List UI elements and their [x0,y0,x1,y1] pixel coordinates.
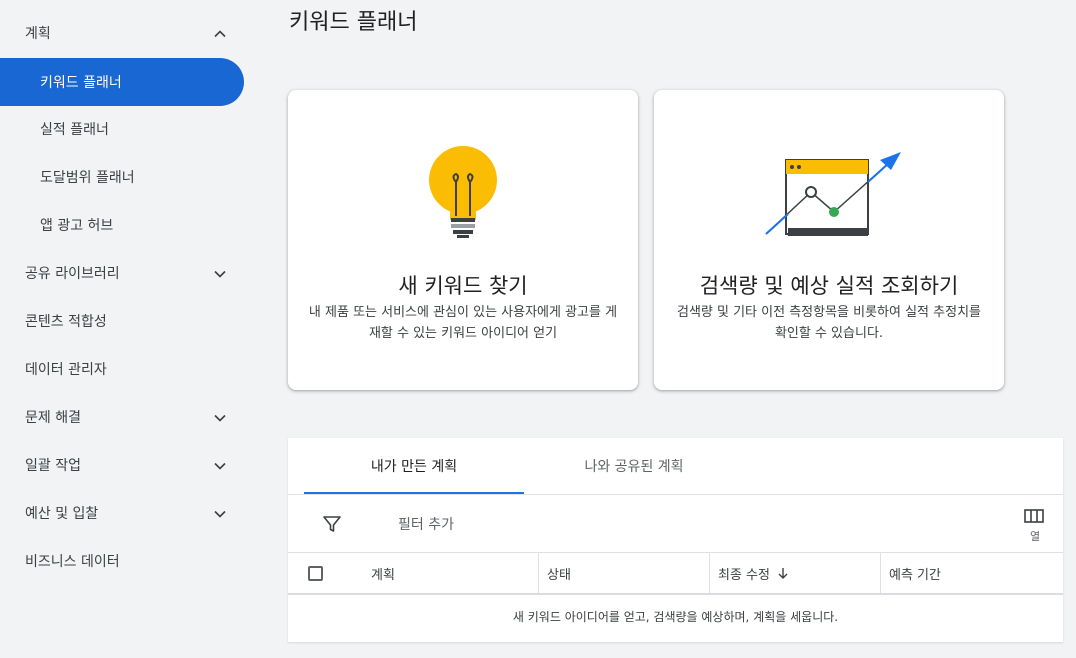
sidebar-item-performance-planner[interactable]: 실적 플래너 [0,105,244,153]
sidebar-item-label: 키워드 플래너 [40,75,122,91]
sidebar-item-label: 데이터 관리자 [25,362,107,378]
select-all-checkbox[interactable] [308,566,323,581]
columns-icon [1024,508,1044,524]
sidebar-item-label: 예산 및 입찰 [25,506,99,522]
sidebar-item-keyword-planner[interactable]: 키워드 플래너 [0,58,244,106]
chevron-down-icon [212,506,228,522]
card-description: 내 제품 또는 서비스에 관심이 있는 사용자에게 광고를 게재할 수 있는 키… [308,305,618,341]
column-separator [880,553,881,593]
tab-my-plans[interactable]: 내가 만든 계획 [304,438,524,494]
chevron-down-icon [212,266,228,282]
filter-icon[interactable] [322,514,342,534]
sidebar-item-label: 콘텐츠 적합성 [25,314,107,330]
column-separator [709,553,710,593]
sidebar-item-reach-planner[interactable]: 도달범위 플래너 [0,153,244,201]
tab-shared-plans[interactable]: 나와 공유된 계획 [524,438,744,494]
lightbulb-icon [288,138,638,248]
discover-keywords-card[interactable]: 새 키워드 찾기 내 제품 또는 서비스에 관심이 있는 사용자에게 광고를 게… [288,90,638,390]
sidebar-item-app-ads-hub[interactable]: 앱 광고 허브 [0,201,244,249]
page-title: 키워드 플래너 [289,10,418,35]
sidebar-item-label: 실적 플래너 [40,122,109,138]
sidebar-item-label: 비즈니스 데이터 [25,554,120,570]
sidebar-item-bulk-actions[interactable]: 일괄 작업 [0,441,244,489]
table-header-row: 계획 상태 최종 수정 예측 기간 [288,553,1063,593]
column-separator [538,553,539,593]
sidebar-item-label: 앱 광고 허브 [40,218,114,234]
chevron-up-icon [212,26,228,42]
sidebar-item-label: 일괄 작업 [25,458,81,474]
column-header-plan[interactable]: 계획 [371,553,395,593]
sidebar-item-budgets-bidding[interactable]: 예산 및 입찰 [0,489,244,537]
sidebar-item-data-manager[interactable]: 데이터 관리자 [0,345,244,393]
sidebar-item-plan[interactable]: 계획 [0,9,244,57]
plans-panel: 내가 만든 계획 나와 공유된 계획 필터 추가 열 계획 상태 최종 수정 예… [288,438,1063,642]
sidebar-item-troubleshooting[interactable]: 문제 해결 [0,393,244,441]
arrow-down-icon [776,566,790,580]
column-header-label: 최종 수정 [718,567,770,583]
tab-divider [288,494,1063,495]
card-description: 검색량 및 기타 이전 측정항목을 비롯하여 실적 추정치를 확인할 수 있습니… [676,305,981,341]
sidebar-nav: 계획 키워드 플래너 실적 플래너 도달범위 플래너 앱 광고 허브 공유 라이… [0,0,260,658]
sidebar-item-label: 도달범위 플래너 [40,170,135,186]
column-header-last-modified[interactable]: 최종 수정 [718,553,790,593]
table-header-divider [288,593,1063,595]
card-title: 새 키워드 찾기 [398,274,528,298]
add-filter-button[interactable]: 필터 추가 [398,514,454,534]
empty-state-message: 새 키워드 아이디어를 얻고, 검색량을 예상하며, 계획을 세웁니다. [512,610,839,624]
sidebar-item-business-data[interactable]: 비즈니스 데이터 [0,537,244,585]
column-header-status[interactable]: 상태 [547,553,571,593]
sidebar-item-label: 계획 [25,26,51,42]
chevron-down-icon [212,458,228,474]
sidebar-item-shared-library[interactable]: 공유 라이브러리 [0,249,244,297]
sidebar-item-label: 문제 해결 [25,410,81,426]
search-volume-forecast-card[interactable]: 검색량 및 예상 실적 조회하기 검색량 및 기타 이전 측정항목을 비롯하여 … [654,90,1004,390]
columns-button[interactable]: 열 [1019,506,1051,546]
columns-label: 열 [1029,530,1041,543]
chevron-down-icon [212,410,228,426]
column-header-forecast-period[interactable]: 예측 기간 [889,553,941,593]
sidebar-item-label: 공유 라이브러리 [25,266,120,282]
trend-chart-icon [654,138,1004,248]
sidebar-item-content-suitability[interactable]: 콘텐츠 적합성 [0,297,244,345]
card-title: 검색량 및 예상 실적 조회하기 [699,274,959,298]
